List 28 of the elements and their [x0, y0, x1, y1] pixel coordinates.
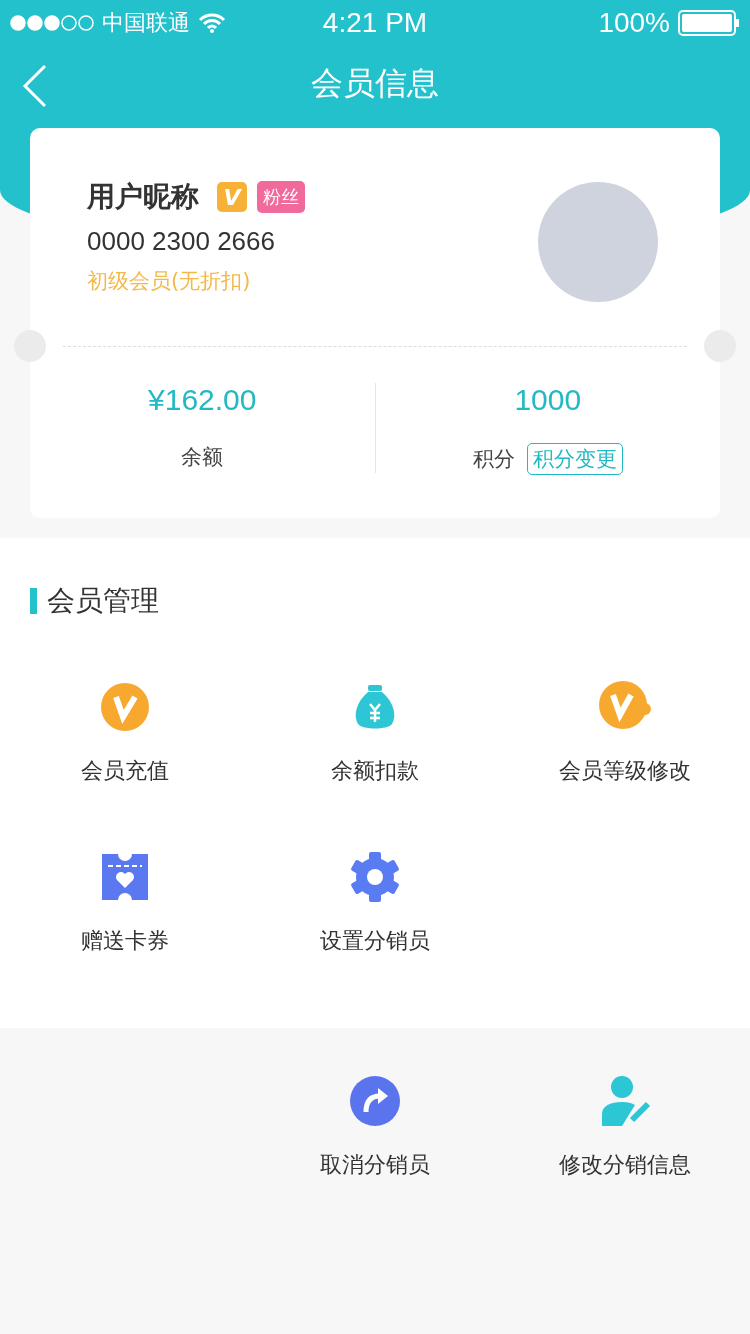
battery-icon: [678, 10, 740, 36]
stat-label: 积分: [472, 446, 515, 473]
menu-item[interactable]: 余额扣款: [331, 756, 419, 786]
menu-item[interactable]: 会员充值: [81, 756, 169, 786]
section-marker: [30, 588, 37, 614]
card-number: 0000 2300 2666: [87, 226, 276, 257]
section-title: 会员管理: [47, 583, 159, 619]
nickname: 用户昵称: [87, 179, 199, 215]
menu-item[interactable]: 设置分销员: [320, 926, 430, 956]
vip-icon: [98, 680, 152, 734]
wifi-icon: [198, 12, 226, 34]
signal-icon: [10, 15, 94, 31]
settings-icon: [348, 850, 402, 904]
fan-tag: 粉丝: [257, 181, 305, 213]
menu-item[interactable]: 取消分销员: [320, 1150, 430, 1180]
back-icon[interactable]: [22, 64, 48, 108]
stat-label: 余额: [181, 444, 224, 471]
stat-value: ¥162.00: [148, 383, 257, 417]
member-level: 初级会员(无折扣): [87, 268, 252, 295]
carrier-name: 中国联通: [102, 9, 190, 37]
menu-item[interactable]: 修改分销信息: [559, 1150, 691, 1180]
battery-percent: 100%: [598, 7, 670, 39]
menu-item[interactable]: 赠送卡券: [81, 926, 169, 956]
page-title: 会员信息: [311, 63, 439, 104]
menu-item[interactable]: 会员等级修改: [559, 756, 691, 786]
stat-value: 1000: [514, 383, 582, 417]
status-time: 4:21 PM: [322, 7, 428, 39]
vip-badge: V: [217, 182, 247, 212]
